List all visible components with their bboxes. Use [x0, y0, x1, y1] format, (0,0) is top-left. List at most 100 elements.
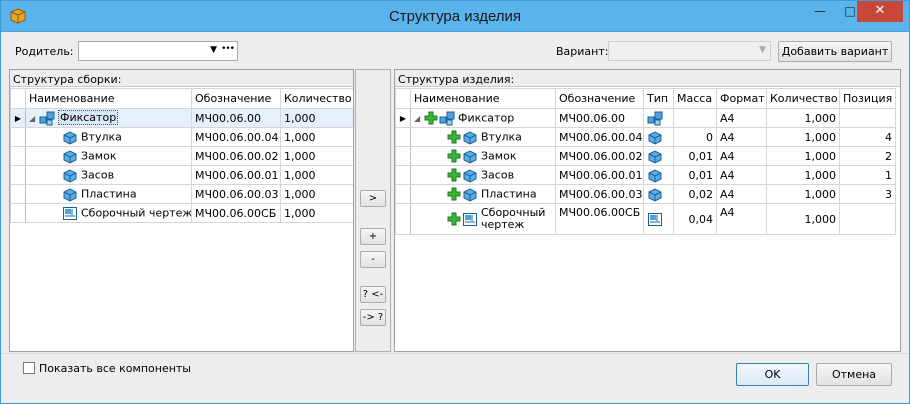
column-header-code[interactable]: Обозначение [191, 88, 281, 109]
cell-mass[interactable]: 0 [673, 127, 717, 147]
column-header-code[interactable]: Обозначение [555, 88, 644, 109]
cell-qty[interactable]: 1,000 [280, 146, 353, 166]
cell-name[interactable]: Пластина [410, 184, 556, 204]
cell-code[interactable]: МЧ00.06.00.04 [555, 127, 644, 147]
show-all-label[interactable]: Показать все компоненты [39, 362, 191, 375]
table-row[interactable]: Сборочный чертеж МЧ00.06.00СБ 1,000 [10, 203, 353, 223]
move-right-button[interactable]: > [360, 190, 386, 207]
cell-code[interactable]: МЧ00.06.00.01 [191, 165, 281, 185]
parent-more-button[interactable]: ••• [221, 44, 235, 54]
column-header-type[interactable]: Тип [643, 88, 674, 109]
cell-code[interactable]: МЧ00.06.00 [191, 108, 281, 128]
cell-name[interactable]: Сборочный чертеж [25, 203, 192, 223]
collapse-icon[interactable]: ◢ [29, 114, 39, 123]
cell-mass[interactable]: 0,04 [673, 203, 717, 235]
variant-select[interactable]: ▼ [608, 41, 771, 61]
cell-code[interactable]: МЧ00.06.00СБ [191, 203, 281, 223]
cell-mass[interactable]: 0,01 [673, 165, 717, 185]
minimize-button[interactable]: — [805, 1, 835, 22]
table-row[interactable]: Замок МЧ00.06.00.02 0,01 А4 1,000 2 [395, 146, 896, 166]
cell-code[interactable]: МЧ00.06.00.04 [191, 127, 281, 147]
cell-mass[interactable]: 0,02 [673, 184, 717, 204]
table-row[interactable]: Засов МЧ00.06.00.01 0,01 А4 1,000 1 [395, 165, 896, 185]
cell-code[interactable]: МЧ00.06.00 [555, 108, 644, 128]
ok-button[interactable]: OK [736, 363, 809, 386]
cell-mass[interactable] [673, 108, 717, 128]
cell-name[interactable]: ◢ Фиксатор [25, 108, 192, 128]
cell-position[interactable]: 2 [839, 146, 896, 166]
cell-name[interactable]: Засов [25, 165, 192, 185]
collapse-icon[interactable]: ◢ [414, 114, 424, 123]
table-row[interactable]: Втулка МЧ00.06.00.04 1,000 [10, 127, 353, 147]
cell-code[interactable]: МЧ00.06.00.03 [191, 184, 281, 204]
cell-type[interactable] [643, 146, 674, 166]
cell-qty[interactable]: 1,000 [766, 146, 840, 166]
table-row[interactable]: Засов МЧ00.06.00.01 1,000 [10, 165, 353, 185]
cell-qty[interactable]: 1,000 [280, 203, 353, 223]
cell-format[interactable]: А4 [716, 127, 767, 147]
cell-qty[interactable]: 1,000 [766, 165, 840, 185]
table-row[interactable]: Сборочный чертеж МЧ00.06.00СБ 0,04 А4 1,… [395, 203, 896, 235]
cell-name[interactable]: Замок [410, 146, 556, 166]
cell-code[interactable]: МЧ00.06.00СБ [555, 203, 644, 235]
find-right-button[interactable]: -> ? [360, 309, 386, 326]
cell-code[interactable]: МЧ00.06.00.03 [555, 184, 644, 204]
cell-qty[interactable]: 1,000 [766, 184, 840, 204]
cell-format[interactable]: А4 [716, 165, 767, 185]
column-header-qty[interactable]: Количество [766, 88, 840, 109]
table-row[interactable]: Пластина МЧ00.06.00.03 0,02 А4 1,000 3 [395, 184, 896, 204]
cell-code[interactable]: МЧ00.06.00.02 [191, 146, 281, 166]
table-row[interactable]: ▶ ◢ Фиксатор МЧ00.06.00 1,000 [10, 108, 353, 128]
cell-format[interactable]: А4 [716, 203, 767, 235]
cell-code[interactable]: МЧ00.06.00.02 [555, 146, 644, 166]
cell-qty[interactable]: 1,000 [280, 108, 353, 128]
cell-type[interactable] [643, 184, 674, 204]
cell-name[interactable]: Втулка [25, 127, 192, 147]
table-row[interactable]: ▶ ◢ Фиксатор МЧ00.06.00 А4 1,000 [395, 108, 896, 128]
table-row[interactable]: Пластина МЧ00.06.00.03 1,000 [10, 184, 353, 204]
parent-select[interactable]: ▼ ••• [78, 41, 238, 61]
cell-qty[interactable]: 1,000 [280, 127, 353, 147]
table-row[interactable]: Втулка МЧ00.06.00.04 0 А4 1,000 4 [395, 127, 896, 147]
cell-qty[interactable]: 1,000 [280, 184, 353, 204]
cell-qty[interactable]: 1,000 [766, 108, 840, 128]
table-row[interactable]: Замок МЧ00.06.00.02 1,000 [10, 146, 353, 166]
cell-position[interactable]: 3 [839, 184, 896, 204]
cell-type[interactable] [643, 108, 674, 128]
cell-type[interactable] [643, 165, 674, 185]
cell-qty[interactable]: 1,000 [766, 203, 840, 235]
cell-name[interactable]: Сборочный чертеж [410, 203, 556, 235]
column-header-position[interactable]: Позиция [839, 88, 896, 109]
cell-type[interactable] [643, 127, 674, 147]
remove-button[interactable]: - [360, 251, 386, 268]
cell-format[interactable]: А4 [716, 184, 767, 204]
add-variant-button[interactable]: Добавить вариант [778, 41, 892, 62]
cancel-button[interactable]: Отмена [816, 363, 892, 386]
cell-type[interactable] [643, 203, 674, 235]
cell-position[interactable]: 4 [839, 127, 896, 147]
cell-qty[interactable]: 1,000 [280, 165, 353, 185]
show-all-checkbox[interactable] [23, 362, 35, 374]
cell-format[interactable]: А4 [716, 146, 767, 166]
close-button[interactable]: ✕ [857, 1, 903, 22]
cell-position[interactable] [839, 108, 896, 128]
cell-mass[interactable]: 0,01 [673, 146, 717, 166]
cell-name[interactable]: ◢ Фиксатор [410, 108, 556, 128]
cell-position[interactable]: 1 [839, 165, 896, 185]
cell-name[interactable]: Засов [410, 165, 556, 185]
find-left-button[interactable]: ? <- [360, 286, 386, 303]
cell-name[interactable]: Пластина [25, 184, 192, 204]
column-header-qty[interactable]: Количество [280, 88, 353, 109]
cell-name[interactable]: Замок [25, 146, 192, 166]
column-header-name[interactable]: Наименование [410, 88, 556, 109]
add-button[interactable]: + [360, 228, 386, 245]
column-header-format[interactable]: Формат [716, 88, 767, 109]
cell-code[interactable]: МЧ00.06.00.01 [555, 165, 644, 185]
cell-position[interactable] [839, 203, 896, 235]
column-header-mass[interactable]: Масса [673, 88, 717, 109]
cell-format[interactable]: А4 [716, 108, 767, 128]
cell-name[interactable]: Втулка [410, 127, 556, 147]
cell-qty[interactable]: 1,000 [766, 127, 840, 147]
chevron-down-icon[interactable]: ▼ [210, 45, 217, 55]
column-header-name[interactable]: Наименование [25, 88, 192, 109]
